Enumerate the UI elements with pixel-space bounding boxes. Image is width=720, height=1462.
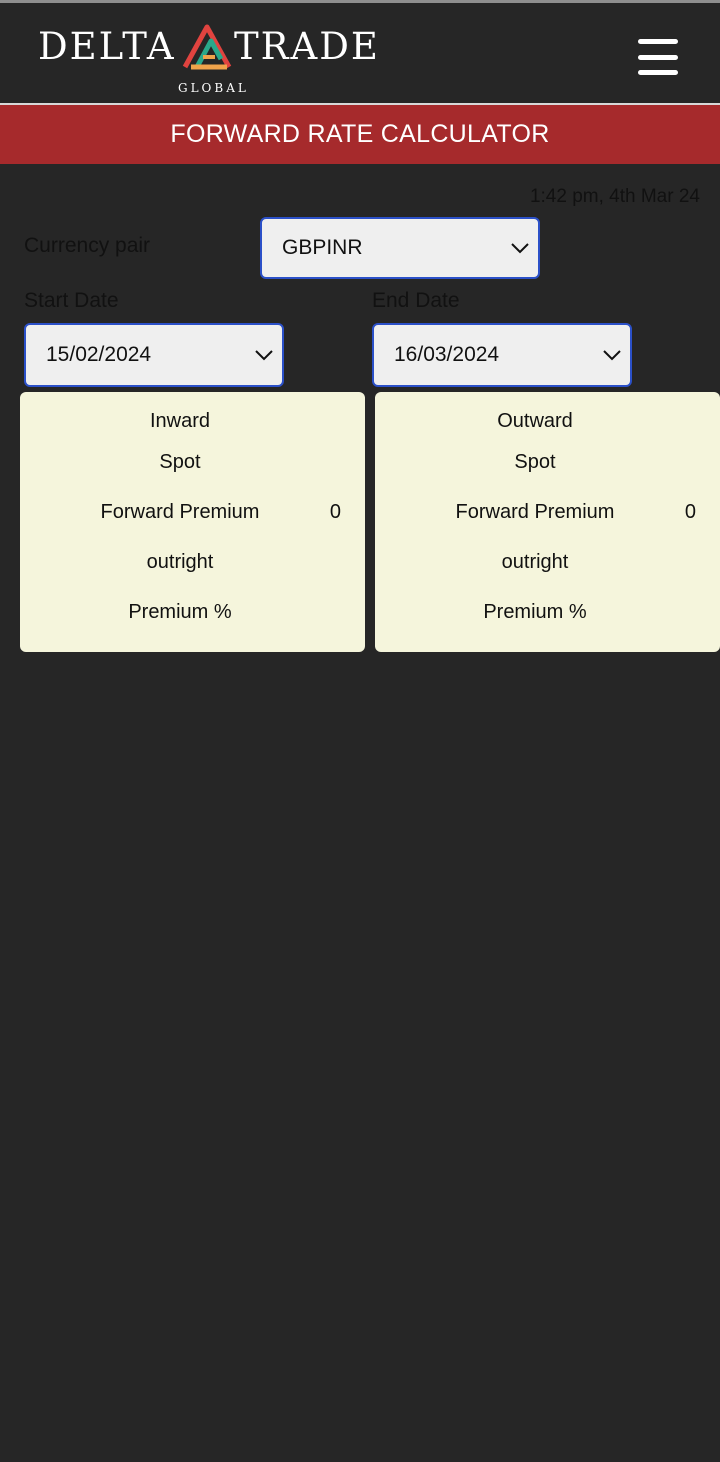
spot-label: Spot — [514, 451, 556, 473]
card-title: Outward — [497, 410, 573, 432]
end-date-value: 16/03/2024 — [394, 343, 500, 366]
forward-premium-value: 0 — [684, 501, 696, 523]
hamburger-menu-icon[interactable] — [638, 39, 678, 75]
start-date-select[interactable]: 15/02/2024 — [24, 323, 284, 387]
app-header: DELTA TRADE GLOBAL — [0, 3, 720, 103]
outright-label: outright — [501, 551, 569, 573]
timestamp: 1:42 pm, 4th Mar 24 — [529, 186, 700, 207]
delta-triangle-icon — [182, 24, 232, 70]
inward-card: Inward Spot Forward Premium 0 outright P… — [20, 392, 365, 652]
brand-name-left: DELTA — [38, 25, 176, 68]
outward-card: Outward Spot Forward Premium 0 outright … — [375, 392, 720, 652]
card-title: Inward — [149, 410, 211, 432]
end-date-label: End Date — [372, 289, 460, 312]
forward-premium-label: Forward Premium — [100, 501, 260, 523]
menu-bar — [638, 39, 678, 44]
page-title-banner: FORWARD RATE CALCULATOR — [0, 105, 720, 164]
start-date-label: Start Date — [24, 289, 119, 312]
chevron-down-icon — [603, 350, 621, 361]
currency-pair-value: GBPINR — [282, 236, 363, 259]
start-date-value: 15/02/2024 — [46, 343, 152, 366]
outright-label: outright — [146, 551, 214, 573]
premium-percent-label: Premium % — [128, 601, 232, 623]
page-title: FORWARD RATE CALCULATOR — [170, 120, 550, 148]
brand-name-right: TRADE — [234, 25, 380, 68]
chevron-down-icon — [255, 350, 273, 361]
chevron-down-icon — [511, 243, 529, 254]
menu-bar — [638, 54, 678, 60]
menu-bar — [638, 70, 678, 75]
brand-subtitle: GLOBAL — [178, 81, 249, 95]
currency-pair-label: Currency pair — [24, 234, 151, 257]
spot-label: Spot — [159, 451, 201, 473]
premium-percent-label: Premium % — [483, 601, 587, 623]
brand-logo[interactable]: DELTA TRADE GLOBAL — [38, 21, 383, 99]
forward-premium-label: Forward Premium — [455, 501, 615, 523]
forward-premium-value: 0 — [329, 501, 341, 523]
end-date-select[interactable]: 16/03/2024 — [372, 323, 632, 387]
currency-pair-select[interactable]: GBPINR — [260, 217, 540, 279]
